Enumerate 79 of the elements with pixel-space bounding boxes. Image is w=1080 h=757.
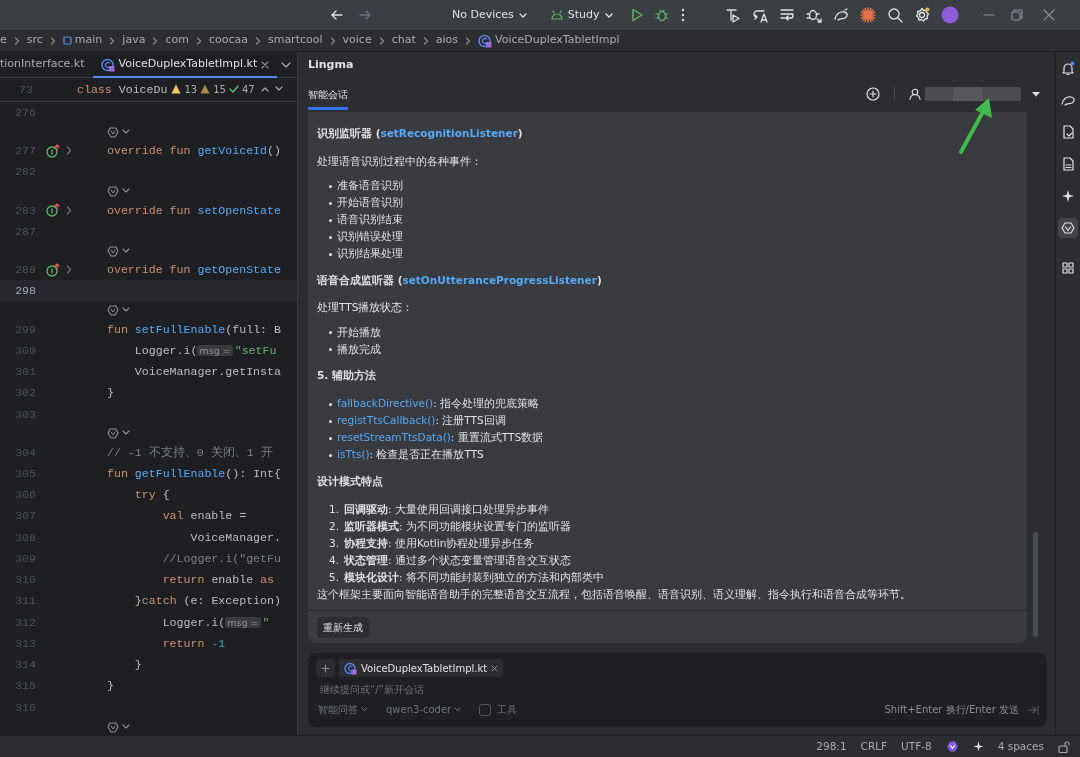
code-line: override fun getOpenState [107, 262, 281, 279]
code-line: //Logger.i("getFu [161, 550, 281, 567]
section-heading: 5. 辅助方法 [317, 368, 377, 383]
checkbox-label: 工具 [497, 703, 518, 717]
paragraph: 处理TTS播放状态： [317, 300, 415, 316]
editor-tab[interactable]: VoiceDuplexTabletImpl.kt [92, 52, 278, 78]
code-line: val enable = [161, 508, 247, 525]
line-number: 298 [14, 283, 36, 300]
paragraph: 这个框架主要面向智能语音助手的完整语音交互流程，包括语音唤醒、语音识别、语义理解、指令执行和语音合成等环节。 [317, 586, 912, 602]
code-line: override fun getVoiceId() [107, 143, 281, 160]
device-selector[interactable]: No Devices [452, 6, 527, 24]
list-number: 2. [329, 519, 340, 535]
list-item: 回调驱动: 大量使用回调接口处理异步事件 [344, 502, 549, 518]
list-number: 5. [329, 570, 340, 586]
breadcrumb-item[interactable]: coocaa [208, 32, 248, 49]
chat-tab[interactable]: 智能会话 [308, 78, 348, 110]
code-line: VoiceManager. [189, 529, 281, 546]
code-line: } [107, 385, 114, 402]
indent-setting[interactable]: 4 spaces [997, 738, 1044, 755]
message-input[interactable]: 继续提问或“/”新开会话 [316, 680, 1039, 699]
list-item: 语音识别结束 [337, 212, 403, 228]
code-line: // -1 不支持、0 关闭、1 开 [107, 444, 273, 461]
list-item: 播放完成 [337, 341, 381, 357]
section-heading: 语音合成监听器 (setOnUtteranceProgressListener) [317, 272, 603, 288]
code-line: }catch (e: Exception) [133, 593, 281, 610]
panel-title: Lingma [307, 56, 355, 73]
shortcut-hint: Shift+Enter 换行/Enter 发送 [884, 703, 1019, 717]
list-number: 4. [329, 553, 340, 569]
list-number: 1. [329, 502, 340, 518]
chat-input-box[interactable]: VoiceDuplexTabletImpl.kt 继续提问或“/”新开会话 智能问答 qwen3-coder 工具 Shift+Enter 换行/Enter 发送 [308, 653, 1047, 727]
code-line: class VoiceDu [77, 81, 168, 98]
code-line: VoiceManager.getInsta [133, 364, 281, 380]
code-line: fun getFullEnable(): Int{ [107, 465, 281, 482]
breadcrumb-item[interactable]: e [0, 32, 7, 49]
code-line: return enable as [161, 572, 274, 589]
list-item: 准备语音识别 [337, 178, 403, 194]
list-item: 协程支持: 使用Kotlin协程处理异步任务 [344, 536, 535, 552]
list-item: fallbackDirective(): 指令处理的兜底策略 [337, 396, 540, 412]
code-line: } [133, 657, 142, 674]
code-line: return -1 [161, 635, 226, 652]
mode-selector[interactable]: 智能问答 [318, 702, 368, 717]
line-separator[interactable]: CRLF [860, 738, 888, 755]
list-number: 3. [329, 536, 340, 552]
breadcrumb-item[interactable]: java [122, 32, 146, 49]
list-item: 开始语音识别 [337, 195, 403, 211]
caret-position[interactable]: 298:1 [816, 738, 847, 755]
breadcrumb-item[interactable]: com [165, 32, 189, 49]
list-item: 识别错误处理 [337, 229, 403, 245]
code-line: override fun setOpenState [107, 202, 281, 219]
file-chip[interactable]: VoiceDuplexTabletImpl.kt [339, 659, 504, 677]
list-item: 监听器模式: 为不同功能模块设置专门的监听器 [344, 519, 571, 535]
list-item: 模块化设计: 将不同功能封装到独立的方法和内部类中 [344, 570, 604, 586]
list-item: registTtsCallback(): 注册TTS回调 [337, 413, 506, 429]
list-item: 状态管理: 通过多个状态变量管理语音交互状态 [344, 553, 571, 569]
breadcrumb-item[interactable]: smartcool [267, 32, 323, 49]
code-line: } [107, 678, 114, 695]
breadcrumb-item[interactable]: chat [391, 32, 416, 49]
run-config-selector[interactable]: Study [550, 6, 613, 24]
paragraph: 处理语音识别过程中的各种事件： [317, 153, 483, 169]
breadcrumb-item[interactable]: VoiceDuplexTabletImpl [478, 32, 620, 49]
code-line: fun setFullEnable(full: B [107, 321, 281, 338]
list-item: isTts(): 检查是否正在播放TTS [337, 447, 484, 463]
list-item: resetStreamTtsData(): 重置流式TTS数据 [337, 430, 544, 446]
list-item: 开始播放 [337, 324, 381, 340]
list-item: 识别结果处理 [337, 246, 403, 262]
section-heading: 识别监听器 (setRecognitionListener) [317, 126, 524, 141]
code-line: Logger.i( msg = "setFu [133, 342, 277, 359]
file-encoding[interactable]: UTF-8 [901, 738, 932, 755]
breadcrumb-item[interactable]: src [26, 32, 43, 49]
code-line: try { [133, 487, 170, 504]
editor-tab[interactable]: tionInterface.kt [0, 52, 93, 78]
section-heading: 设计模式特点 [317, 473, 384, 489]
code-line: Logger.i( msg = " [161, 614, 270, 631]
model-selector[interactable]: qwen3-coder [386, 702, 462, 717]
breadcrumb-item[interactable]: aios [435, 32, 458, 49]
inspection-widget[interactable]: 13 15 47 [171, 81, 255, 97]
breadcrumb-item[interactable]: main [62, 32, 103, 49]
regenerate-button[interactable]: 重新生成 [317, 617, 369, 639]
breadcrumb-item[interactable]: voice [342, 32, 372, 49]
